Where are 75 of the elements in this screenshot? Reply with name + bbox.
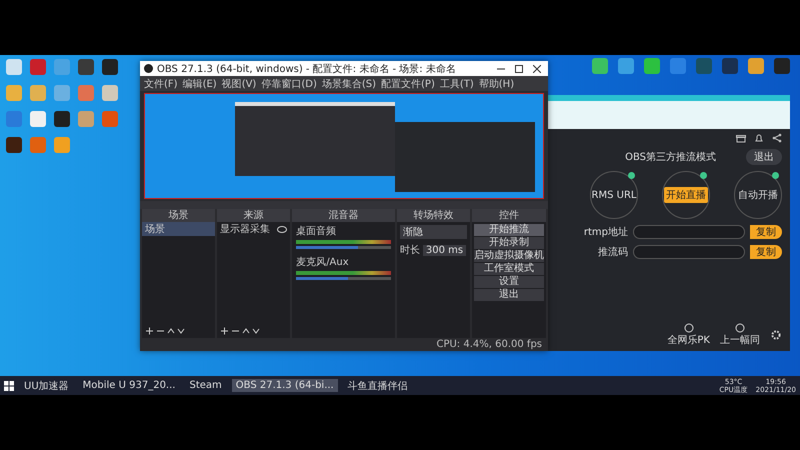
menu-item[interactable]: 编辑(E) (182, 76, 217, 90)
taskbar-item[interactable]: UU加速器 (20, 378, 73, 394)
menu-item[interactable]: 帮助(H) (478, 76, 514, 90)
status-text: CPU: 4.4%, 60.00 fps (436, 339, 542, 350)
taskbar-item[interactable]: Steam (185, 379, 226, 392)
field-label: rtmp地址 (584, 226, 628, 239)
share-icon[interactable] (772, 133, 782, 143)
app-icon[interactable] (102, 59, 118, 75)
control-button[interactable]: 设置 (474, 276, 544, 288)
menu-item[interactable]: 文件(F) (144, 76, 178, 90)
circle-icon (684, 323, 694, 333)
channel-name: 桌面音频 (296, 224, 338, 238)
dock-header: 场景 (142, 209, 216, 222)
check-badge (700, 172, 707, 179)
taskbar-item[interactable]: Mobile U 937_20... (78, 379, 180, 392)
bell-icon[interactable] (754, 133, 764, 143)
app-icon[interactable] (592, 58, 608, 74)
obs-logo-icon (144, 64, 153, 73)
channel-name: 麦克风/Aux (296, 256, 350, 269)
volume-slider[interactable] (296, 246, 391, 249)
app-icon[interactable] (30, 111, 46, 127)
source-item[interactable]: 显示器采集 (220, 222, 270, 236)
scene-item[interactable]: 场景 (142, 222, 216, 236)
app-icon[interactable] (722, 58, 738, 74)
copy-button[interactable]: 复制 (750, 245, 782, 259)
close-icon[interactable] (533, 64, 541, 72)
app-icon[interactable] (774, 58, 790, 74)
dock-header: 来源 (217, 209, 290, 222)
start-live-button[interactable]: 开始直播 (664, 187, 708, 203)
input-field[interactable] (633, 225, 745, 239)
app-icon[interactable] (78, 59, 94, 75)
copy-button[interactable]: 复制 (750, 225, 782, 239)
toolbar-button[interactable]: 全网乐PK (667, 323, 710, 347)
menu-item[interactable]: 场景集合(S) (322, 76, 376, 90)
menu-item[interactable]: 停靠窗口(D) (261, 76, 317, 90)
windows-start-icon[interactable] (4, 380, 14, 390)
app-icon[interactable] (644, 58, 660, 74)
dock-header: 控件 (472, 209, 546, 222)
menu-item[interactable]: 工具(T) (440, 76, 474, 90)
eye-icon[interactable] (277, 226, 288, 232)
exit-button[interactable]: 退出 (746, 149, 782, 165)
settings-icon[interactable] (770, 329, 782, 341)
add-remove-icon[interactable] (146, 327, 186, 335)
mode-heading: OBS第三方推流模式 (625, 150, 716, 164)
maximize-icon[interactable] (515, 64, 523, 72)
step-label: 自动开播 (738, 188, 778, 202)
control-button[interactable]: 开始推流 (474, 224, 544, 236)
transition-dropdown[interactable]: 渐隐 (400, 225, 467, 239)
check-badge (628, 172, 635, 179)
app-icon[interactable] (54, 111, 70, 127)
control-button[interactable]: 退出 (474, 289, 544, 301)
control-button[interactable]: 工作室模式 (474, 263, 544, 275)
dock-header: 混音器 (292, 209, 395, 222)
app-icon[interactable] (6, 59, 22, 75)
duration-label: 时长 (400, 244, 420, 257)
volume-slider[interactable] (296, 277, 391, 280)
app-icon[interactable] (102, 85, 118, 101)
menu-item[interactable]: 配置文件(P) (381, 76, 435, 90)
dock-header: 转场特效 (396, 209, 470, 222)
app-icon[interactable] (748, 58, 764, 74)
taskbar-item[interactable]: 斗鱼直播伴侣 (344, 378, 412, 394)
check-badge (772, 172, 779, 179)
control-button[interactable]: 开始录制 (474, 237, 544, 249)
control-button[interactable]: 启动虚拟摄像机 (474, 250, 544, 262)
field-label: 推流码 (598, 246, 628, 259)
step-label: RMS URL (592, 190, 636, 200)
menu-item[interactable]: 视图(V) (222, 76, 256, 90)
input-field[interactable] (633, 245, 745, 259)
circle-icon (735, 323, 745, 333)
taskbar-item[interactable]: OBS 27.1.3 (64-bi... (232, 379, 338, 392)
app-icon[interactable] (6, 137, 22, 153)
duration-field[interactable]: 300 ms (422, 244, 466, 256)
toolbar-button[interactable]: 上一幅同 (720, 323, 760, 347)
add-remove-icon[interactable] (221, 327, 262, 335)
window-title: OBS 27.1.3 (64-bit, windows) - 配置文件: 未命名 - 场景: 未命名 (157, 62, 457, 76)
